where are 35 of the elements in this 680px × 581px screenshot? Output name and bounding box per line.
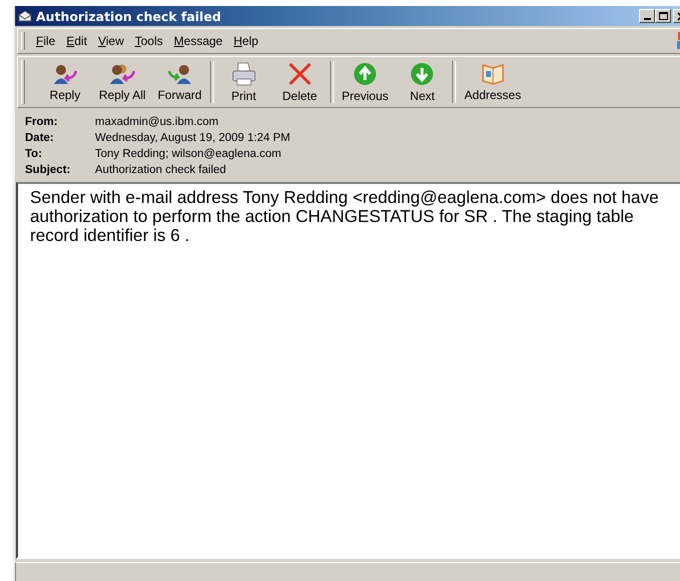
person-arrow-icon	[166, 62, 193, 84]
header-value: Wednesday, August 19, 2009 1:24 PM	[95, 132, 292, 144]
minimize-icon	[644, 18, 650, 20]
menu-item[interactable]: Tools	[132, 34, 171, 48]
header-label: Subject:	[25, 164, 72, 176]
header-value: Tony Redding; wilson@eaglena.com	[95, 148, 282, 160]
minimize-button[interactable]	[639, 9, 655, 23]
menu-item[interactable]: Message	[170, 34, 231, 48]
print-button[interactable]: Print	[216, 60, 272, 104]
maximize-icon	[658, 12, 668, 20]
menu-item[interactable]: File	[33, 34, 64, 48]
message-text: Sender with e-mail address Tony Redding <redding@eaglena.com> does not have authorization to perform the action CHANGESTATUS for SR . The staging table record identifier is 6 .	[30, 188, 660, 245]
header-label: Date:	[25, 132, 55, 144]
next-button[interactable]: Next	[394, 60, 450, 104]
delete-button[interactable]: Delete	[272, 60, 328, 104]
reply-button[interactable]: Reply	[37, 60, 93, 104]
delete-icon	[288, 62, 312, 86]
forward-button[interactable]: Forward	[152, 60, 208, 104]
maximize-button[interactable]	[655, 9, 671, 23]
header-label: From:	[25, 116, 59, 128]
menu-item[interactable]: Help	[230, 34, 266, 48]
header-label: To:	[25, 148, 44, 160]
previous-button[interactable]: Previous	[336, 60, 394, 104]
envelope-icon	[18, 10, 32, 22]
header-value: Authorization check failed	[95, 164, 228, 176]
people-arrow-icon	[109, 62, 136, 84]
addresses-button[interactable]: Addresses	[458, 60, 528, 104]
menu-item[interactable]: View	[95, 34, 132, 48]
window-title: Authorization check failed	[36, 8, 222, 24]
address-book-icon	[480, 62, 506, 84]
person-arrow-icon	[52, 62, 78, 84]
printer-icon	[230, 62, 257, 86]
header-value: maxadmin@us.ibm.com	[95, 116, 220, 128]
reply-all-button[interactable]: Reply All	[93, 60, 152, 104]
menu-item[interactable]: Edit	[63, 34, 96, 48]
